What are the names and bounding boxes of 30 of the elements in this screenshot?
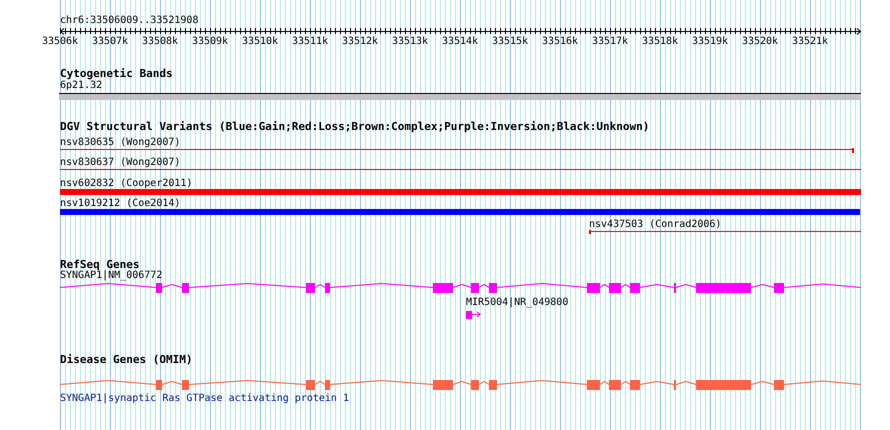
track-title: RefSeq Genes <box>60 258 140 271</box>
tick-label: 33521k <box>792 36 828 47</box>
tick-label: 33519k <box>692 36 728 47</box>
feature-label: MIR5004|NR_049800 <box>466 297 568 308</box>
track-title: Disease Genes (OMIM) <box>60 353 192 366</box>
tick-label: 33512k <box>342 36 378 47</box>
tick-label: 33520k <box>742 36 778 47</box>
tick-label: 33507k <box>92 36 128 47</box>
tick-label: 33516k <box>542 36 578 47</box>
tick-label: 33511k <box>292 36 328 47</box>
tick-label: 33515k <box>492 36 528 47</box>
feature-label: nsv1019212 (Coe2014) <box>60 198 180 209</box>
track-title: Cytogenetic Bands <box>60 67 173 80</box>
feature-label: 6p21.32 <box>60 80 102 91</box>
feature-label: chr6:33506009..33521908 <box>60 15 198 26</box>
tick-label: 33518k <box>642 36 678 47</box>
feature-label: SYNGAP1|synaptic Ras GTPase activating protein 1 <box>60 393 349 404</box>
track-title: DGV Structural Variants (Blue:Gain;Red:Loss;Brown:Complex;Purple:Inversion;Black:Unknown) <box>60 120 650 133</box>
tick-label: 33514k <box>442 36 478 47</box>
tick-label: 33513k <box>392 36 428 47</box>
tick-label: 33508k <box>142 36 178 47</box>
feature-label: nsv830637 (Wong2007) <box>60 157 180 168</box>
tick-label: 33506k <box>42 36 78 47</box>
feature-label: SYNGAP1|NM_006772 <box>60 270 162 281</box>
tick-label: 33517k <box>592 36 628 47</box>
feature-label: nsv602832 (Cooper2011) <box>60 178 192 189</box>
feature-label: nsv830635 (Wong2007) <box>60 137 180 148</box>
tick-label: 33509k <box>192 36 228 47</box>
feature-label: nsv437503 (Conrad2006) <box>589 219 722 230</box>
tick-label: 33510k <box>242 36 278 47</box>
